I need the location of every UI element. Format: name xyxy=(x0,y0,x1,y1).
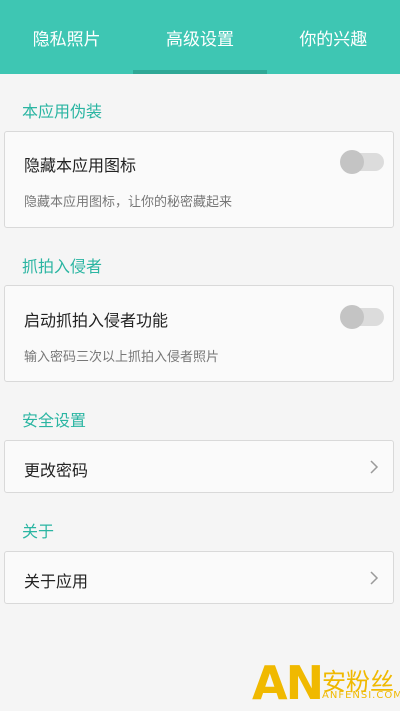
intruder-capture-toggle[interactable] xyxy=(340,305,384,329)
toggle-knob xyxy=(340,305,364,329)
section-title-about: 关于 xyxy=(22,522,55,541)
hide-icon-label: 隐藏本应用图标 xyxy=(24,156,137,175)
watermark-site-url: ANFENSI.COM xyxy=(322,690,400,701)
tab-advanced-settings[interactable]: 高级设置 xyxy=(133,0,266,74)
tab-label: 隐私照片 xyxy=(32,29,101,50)
hide-icon-description: 隐藏本应用图标，让你的秘密藏起来 xyxy=(24,195,233,210)
about-app-label: 关于应用 xyxy=(24,572,89,591)
intruder-capture-card[interactable]: 启动抓拍入侵者功能 输入密码三次以上抓拍入侵者照片 xyxy=(4,285,394,382)
intruder-capture-description: 输入密码三次以上抓拍入侵者照片 xyxy=(24,350,220,365)
top-tab-bar: 隐私照片 高级设置 你的兴趣 xyxy=(0,0,400,74)
tab-label: 你的兴趣 xyxy=(299,29,368,50)
section-title-disguise: 本应用伪装 xyxy=(22,102,103,121)
hide-icon-toggle[interactable] xyxy=(340,150,384,174)
about-app-row[interactable]: 关于应用 xyxy=(4,551,394,604)
chevron-right-icon xyxy=(370,571,379,585)
tab-private-photos[interactable]: 隐私照片 xyxy=(0,0,133,74)
chevron-right-icon xyxy=(370,460,379,474)
tab-label: 高级设置 xyxy=(165,29,234,50)
tab-your-interests[interactable]: 你的兴趣 xyxy=(267,0,400,74)
active-tab-indicator xyxy=(133,70,267,74)
change-password-label: 更改密码 xyxy=(24,461,89,480)
watermark-logo: AN xyxy=(252,656,324,710)
section-title-intruder: 抓拍入侵者 xyxy=(22,257,103,276)
hide-icon-card[interactable]: 隐藏本应用图标 隐藏本应用图标，让你的秘密藏起来 xyxy=(4,131,394,228)
section-title-security: 安全设置 xyxy=(22,411,87,430)
change-password-row[interactable]: 更改密码 xyxy=(4,440,394,493)
toggle-knob xyxy=(340,150,364,174)
intruder-capture-label: 启动抓拍入侵者功能 xyxy=(24,311,169,330)
